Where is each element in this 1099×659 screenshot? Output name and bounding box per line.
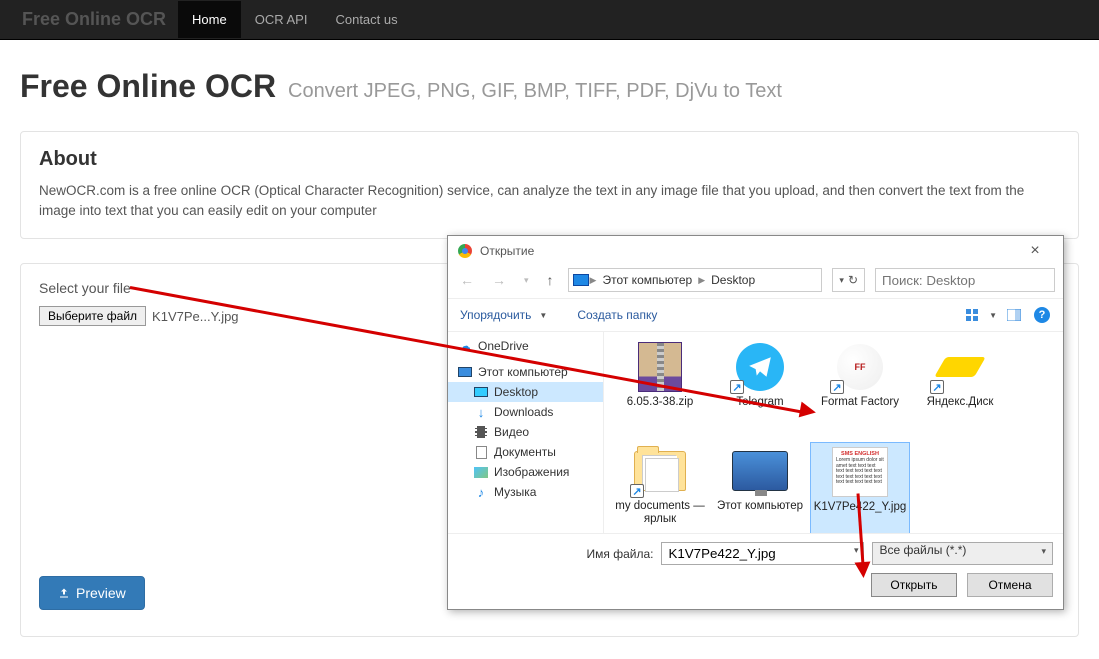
tree-music[interactable]: ♪Музыка — [448, 482, 603, 502]
shortcut-icon: ↗ — [930, 380, 944, 394]
archive-icon — [638, 342, 682, 392]
tree-desktop[interactable]: Desktop — [448, 382, 603, 402]
page-title: Free Online OCR — [20, 68, 276, 105]
filename-input[interactable] — [661, 542, 864, 565]
shortcut-icon: ↗ — [830, 380, 844, 394]
document-icon — [476, 446, 487, 459]
path-box[interactable]: ▶ Этот компьютер ▶ Desktop — [568, 268, 823, 292]
open-button[interactable]: Открыть — [871, 573, 957, 597]
tree-video[interactable]: Видео — [448, 422, 603, 442]
about-panel: About NewOCR.com is a free online OCR (O… — [20, 131, 1079, 239]
organize-menu[interactable]: Упорядочить — [458, 306, 533, 324]
close-icon[interactable]: × — [1017, 242, 1053, 260]
nav-back-icon[interactable]: ← — [456, 270, 478, 290]
tree-downloads[interactable]: ↓Downloads — [448, 402, 603, 422]
cloud-icon: ☁ — [458, 339, 472, 353]
search-input[interactable] — [875, 268, 1055, 292]
file-open-dialog: Открытие × ← → ▾ ↑ ▶ Этот компьютер ▶ De… — [447, 235, 1064, 610]
chosen-file-name: K1V7Pe...Y.jpg — [152, 309, 239, 324]
tree-this-pc[interactable]: Этот компьютер — [448, 362, 603, 382]
nav-ocr-api[interactable]: OCR API — [241, 1, 322, 38]
view-large-icons[interactable] — [961, 305, 983, 325]
new-folder-button[interactable]: Создать папку — [575, 306, 659, 324]
chevron-down-icon[interactable]: ▼ — [989, 311, 997, 320]
pc-icon — [732, 451, 788, 491]
path-seg-desktop[interactable]: Desktop — [706, 271, 760, 289]
nav-history-icon[interactable]: ▾ — [520, 273, 533, 288]
nav-forward-icon[interactable]: → — [488, 270, 510, 290]
about-title: About — [39, 148, 1060, 171]
chrome-icon — [458, 244, 472, 258]
nav-up-icon[interactable]: ↑ — [543, 270, 558, 290]
chevron-right-icon: ▶ — [590, 275, 597, 286]
filename-label: Имя файла: — [458, 547, 653, 561]
folder-tree: ☁OneDrive Этот компьютер Desktop ↓Downlo… — [448, 332, 604, 533]
preview-button-label: Preview — [76, 585, 126, 601]
tree-documents[interactable]: Документы — [448, 442, 603, 462]
refresh-icon[interactable]: ↻ — [848, 273, 858, 287]
nav-home[interactable]: Home — [178, 1, 241, 38]
tree-images[interactable]: Изображения — [448, 462, 603, 482]
video-icon — [475, 426, 487, 438]
image-thumbnail: SMS ENGLISHLorem ipsum dolor sit amet te… — [832, 447, 888, 497]
chevron-down-icon[interactable]: ▾ — [839, 275, 844, 286]
brand: Free Online OCR — [10, 9, 178, 30]
file-type-filter[interactable]: Все файлы (*.*) — [872, 542, 1053, 565]
dialog-title: Открытие — [480, 244, 1017, 258]
upload-icon — [58, 587, 70, 599]
file-item-this-pc[interactable]: Этот компьютер — [710, 442, 810, 533]
shortcut-icon: ↗ — [630, 484, 644, 498]
chevron-down-icon[interactable]: ▼ — [539, 311, 547, 320]
file-item-archive[interactable]: 6.05.3-38.zip — [610, 338, 710, 442]
navbar: Free Online OCR Home OCR API Contact us — [0, 0, 1099, 40]
music-icon: ♪ — [474, 485, 488, 499]
choose-file-button[interactable]: Выберите файл — [39, 306, 146, 326]
help-icon[interactable]: ? — [1031, 305, 1053, 325]
file-grid: 6.05.3-38.zip ↗ Telegram FF↗ Format Fact… — [604, 332, 1063, 533]
image-icon — [474, 467, 488, 478]
shortcut-icon: ↗ — [730, 380, 744, 394]
preview-pane-icon[interactable] — [1003, 305, 1025, 325]
pc-icon — [458, 367, 472, 377]
about-text: NewOCR.com is a free online OCR (Optical… — [39, 181, 1060, 220]
chevron-right-icon: ▶ — [698, 275, 705, 286]
nav-contact[interactable]: Contact us — [321, 1, 411, 38]
path-seg-pc[interactable]: Этот компьютер — [597, 271, 697, 289]
file-item-yandex-disk[interactable]: ↗ Яндекс.Диск — [910, 338, 1010, 442]
download-icon: ↓ — [474, 405, 488, 419]
tree-onedrive[interactable]: ☁OneDrive — [448, 336, 603, 356]
desktop-icon — [474, 387, 488, 397]
preview-button[interactable]: Preview — [39, 576, 145, 610]
file-item-format-factory[interactable]: FF↗ Format Factory — [810, 338, 910, 442]
file-item-my-documents[interactable]: ↗ my documents — ярлык — [610, 442, 710, 533]
pc-icon — [573, 274, 589, 286]
file-item-selected-image[interactable]: SMS ENGLISHLorem ipsum dolor sit amet te… — [810, 442, 910, 533]
cancel-button[interactable]: Отмена — [967, 573, 1053, 597]
file-item-telegram[interactable]: ↗ Telegram — [710, 338, 810, 442]
page-subtitle: Convert JPEG, PNG, GIF, BMP, TIFF, PDF, … — [288, 80, 782, 103]
